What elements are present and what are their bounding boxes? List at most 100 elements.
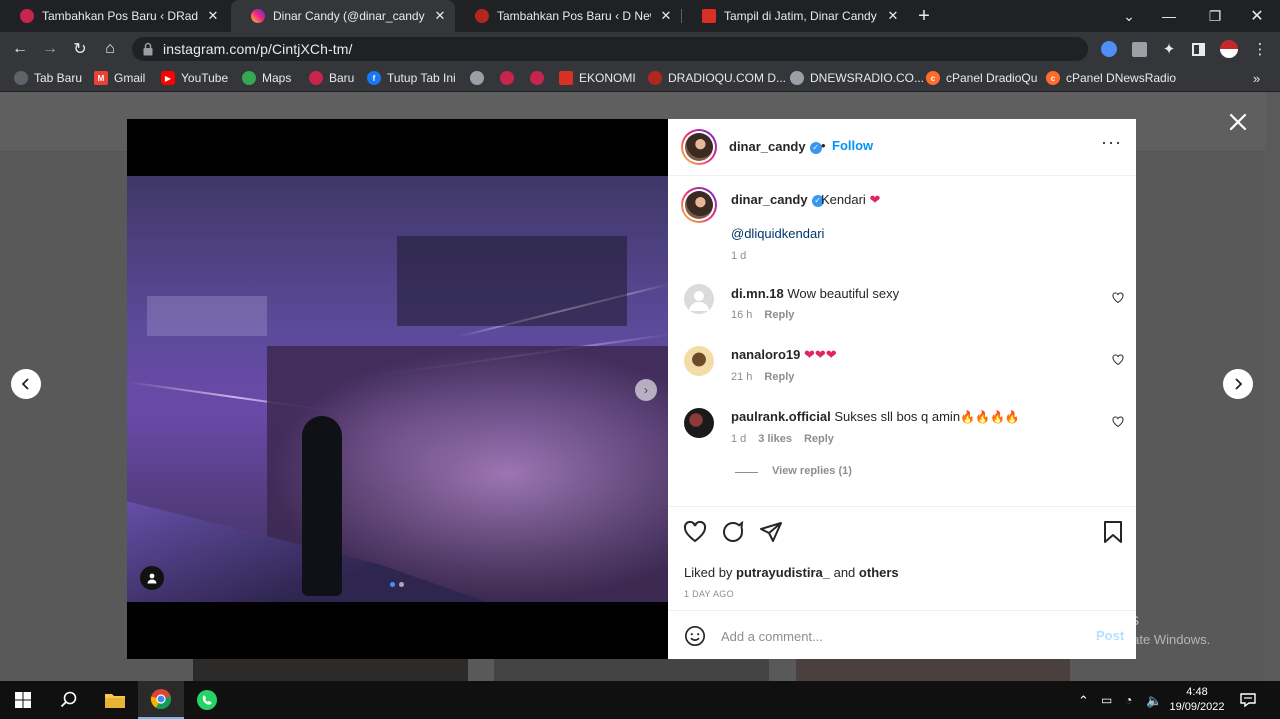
reload-button[interactable]: ↻ (68, 37, 92, 61)
search-button[interactable] (46, 681, 92, 719)
bookmark-item[interactable] (530, 71, 550, 85)
back-button[interactable]: ← (8, 37, 32, 61)
bookmark-label: cPanel DNewsRadio (1066, 71, 1177, 85)
tab-dradioqu[interactable]: Tambahkan Pos Baru ‹ DRadioQu ✕ (0, 0, 228, 32)
bookmark-item[interactable] (470, 71, 490, 85)
post-modal: › dinar_candy ✓ • Follow ··· dinar_candy ✓… (127, 119, 1136, 659)
close-window-button[interactable]: ✕ (1234, 0, 1280, 32)
page-scrollbar[interactable] (1266, 92, 1280, 681)
next-post-button[interactable] (1223, 369, 1253, 399)
photo-next-button[interactable]: › (635, 379, 657, 401)
close-tab-icon[interactable]: ✕ (886, 8, 900, 24)
bookmark-item[interactable]: DRADIOQU.COM D... (648, 71, 786, 85)
commenter-avatar[interactable] (684, 284, 714, 314)
liked-by-user-link[interactable]: putrayudistira_ (736, 565, 830, 580)
caption-mention-link[interactable]: @dliquidkendari (731, 226, 824, 241)
profile-button[interactable] (1217, 37, 1241, 61)
previous-post-button[interactable] (11, 369, 41, 399)
caption-avatar[interactable] (681, 187, 717, 223)
menu-button[interactable]: ⋮ (1248, 37, 1272, 61)
bookmark-item[interactable] (500, 71, 520, 85)
like-comment-heart-icon[interactable] (1112, 416, 1124, 428)
system-clock[interactable]: 4:48 19/09/2022 (1166, 685, 1228, 715)
more-bookmarks-button[interactable]: » (1253, 71, 1260, 86)
comment-input[interactable]: Add a comment... (721, 629, 823, 644)
save-bookmark-icon[interactable] (1102, 520, 1124, 544)
forward-button[interactable]: → (38, 37, 62, 61)
lock-icon (143, 42, 153, 56)
chevron-double-right-icon: » (1253, 71, 1261, 86)
like-comment-heart-icon[interactable] (1112, 354, 1124, 366)
bookmark-item[interactable]: c cPanel DNewsRadio (1046, 71, 1176, 85)
reply-button[interactable]: Reply (764, 371, 794, 383)
side-panel-button[interactable] (1186, 37, 1210, 61)
fire-emoji-icon: 🔥🔥🔥🔥 (960, 410, 1020, 424)
author-username[interactable]: dinar_candy ✓ (729, 139, 822, 154)
plus-icon: + (918, 4, 930, 27)
dot-separator: • (821, 138, 826, 153)
bookmark-item[interactable]: Maps (242, 71, 291, 85)
reply-button[interactable]: Reply (804, 433, 834, 445)
start-button[interactable] (0, 681, 46, 719)
bookmark-item[interactable]: Tab Baru (14, 71, 82, 85)
close-tab-icon[interactable]: ✕ (659, 8, 673, 24)
bookmark-item[interactable]: ▶ YouTube (161, 71, 228, 85)
close-tab-icon[interactable]: ✕ (433, 8, 447, 24)
share-paper-plane-icon[interactable] (759, 520, 783, 544)
emoji-smiley-icon[interactable] (684, 625, 706, 647)
minimize-button[interactable]: — (1146, 0, 1192, 32)
tab-instagram[interactable]: Dinar Candy (@dinar_candy) • Instagram ✕ (231, 0, 455, 32)
tab-news[interactable]: Tampil di Jatim, Dinar Candy Disambut ✕ (682, 0, 908, 32)
extension-circle-icon (1101, 41, 1117, 57)
wifi-icon[interactable]: ◔ (1125, 693, 1132, 707)
file-explorer-button[interactable] (92, 681, 138, 719)
bookmark-item[interactable]: c cPanel DradioQu (926, 71, 1037, 85)
tab-dnewsradio[interactable]: Tambahkan Pos Baru ‹ D News Radio ✕ (455, 0, 681, 32)
extensions-button[interactable]: ✦ (1157, 37, 1181, 61)
author-avatar[interactable] (681, 129, 717, 165)
extension-2-button[interactable] (1127, 37, 1151, 61)
tagged-user-icon[interactable] (140, 566, 164, 590)
bookmark-item[interactable]: f Tutup Tab Ini (367, 71, 456, 85)
cpanel-icon: c (1046, 71, 1060, 85)
comment-username[interactable]: di.mn.18 (731, 286, 784, 301)
comment-username[interactable]: nanaloro19 (731, 347, 800, 362)
bookmark-item[interactable]: EKONOMI (559, 71, 636, 85)
commenter-avatar[interactable] (684, 346, 714, 376)
extension-1-button[interactable] (1097, 37, 1121, 61)
clock-time: 4:48 (1186, 686, 1208, 698)
commenter-avatar[interactable] (684, 408, 714, 438)
battery-icon[interactable]: ▭ (1101, 693, 1112, 707)
tab-title: Tambahkan Pos Baru ‹ D News Radio (497, 9, 651, 23)
restore-button[interactable]: ❐ (1192, 0, 1238, 32)
view-replies-button[interactable]: View replies (1) (772, 465, 852, 477)
tray-overflow-chevron-icon[interactable]: ⌃ (1078, 693, 1089, 709)
bookmark-item[interactable]: DNEWSRADIO.CO... (790, 71, 924, 85)
comment-likes[interactable]: 3 likes (758, 433, 792, 445)
bookmark-item[interactable]: Baru (309, 71, 354, 85)
post-photo[interactable]: › (127, 176, 668, 602)
bookmark-label: Baru (329, 71, 355, 85)
caption-body: Kendari (821, 192, 866, 207)
like-heart-icon[interactable] (683, 520, 707, 544)
caption-username[interactable]: dinar_candy ✓ (731, 192, 824, 207)
volume-icon[interactable]: 🔈 (1146, 693, 1162, 709)
more-options-icon[interactable]: ··· (1101, 132, 1122, 153)
close-tab-icon[interactable]: ✕ (206, 8, 220, 24)
follow-button[interactable]: Follow (832, 138, 873, 153)
carousel-dot (399, 582, 404, 587)
home-button[interactable]: ⌂ (98, 37, 122, 61)
bookmark-item[interactable]: M Gmail (94, 71, 145, 85)
comment-bubble-icon[interactable] (721, 520, 745, 544)
comment-username[interactable]: paulrank.official (731, 409, 831, 424)
reply-button[interactable]: Reply (764, 309, 794, 321)
liked-by-others-link[interactable]: others (859, 565, 899, 580)
like-comment-heart-icon[interactable] (1112, 292, 1124, 304)
notifications-button[interactable] (1228, 681, 1268, 719)
address-bar[interactable]: instagram.com/p/CintjXCh-tm/ (132, 37, 1088, 61)
close-modal-icon[interactable] (1226, 110, 1250, 134)
search-icon (60, 691, 77, 708)
chrome-taskbar-button[interactable] (138, 681, 184, 719)
new-tab-button[interactable]: + (908, 0, 940, 32)
whatsapp-taskbar-button[interactable] (184, 681, 230, 719)
